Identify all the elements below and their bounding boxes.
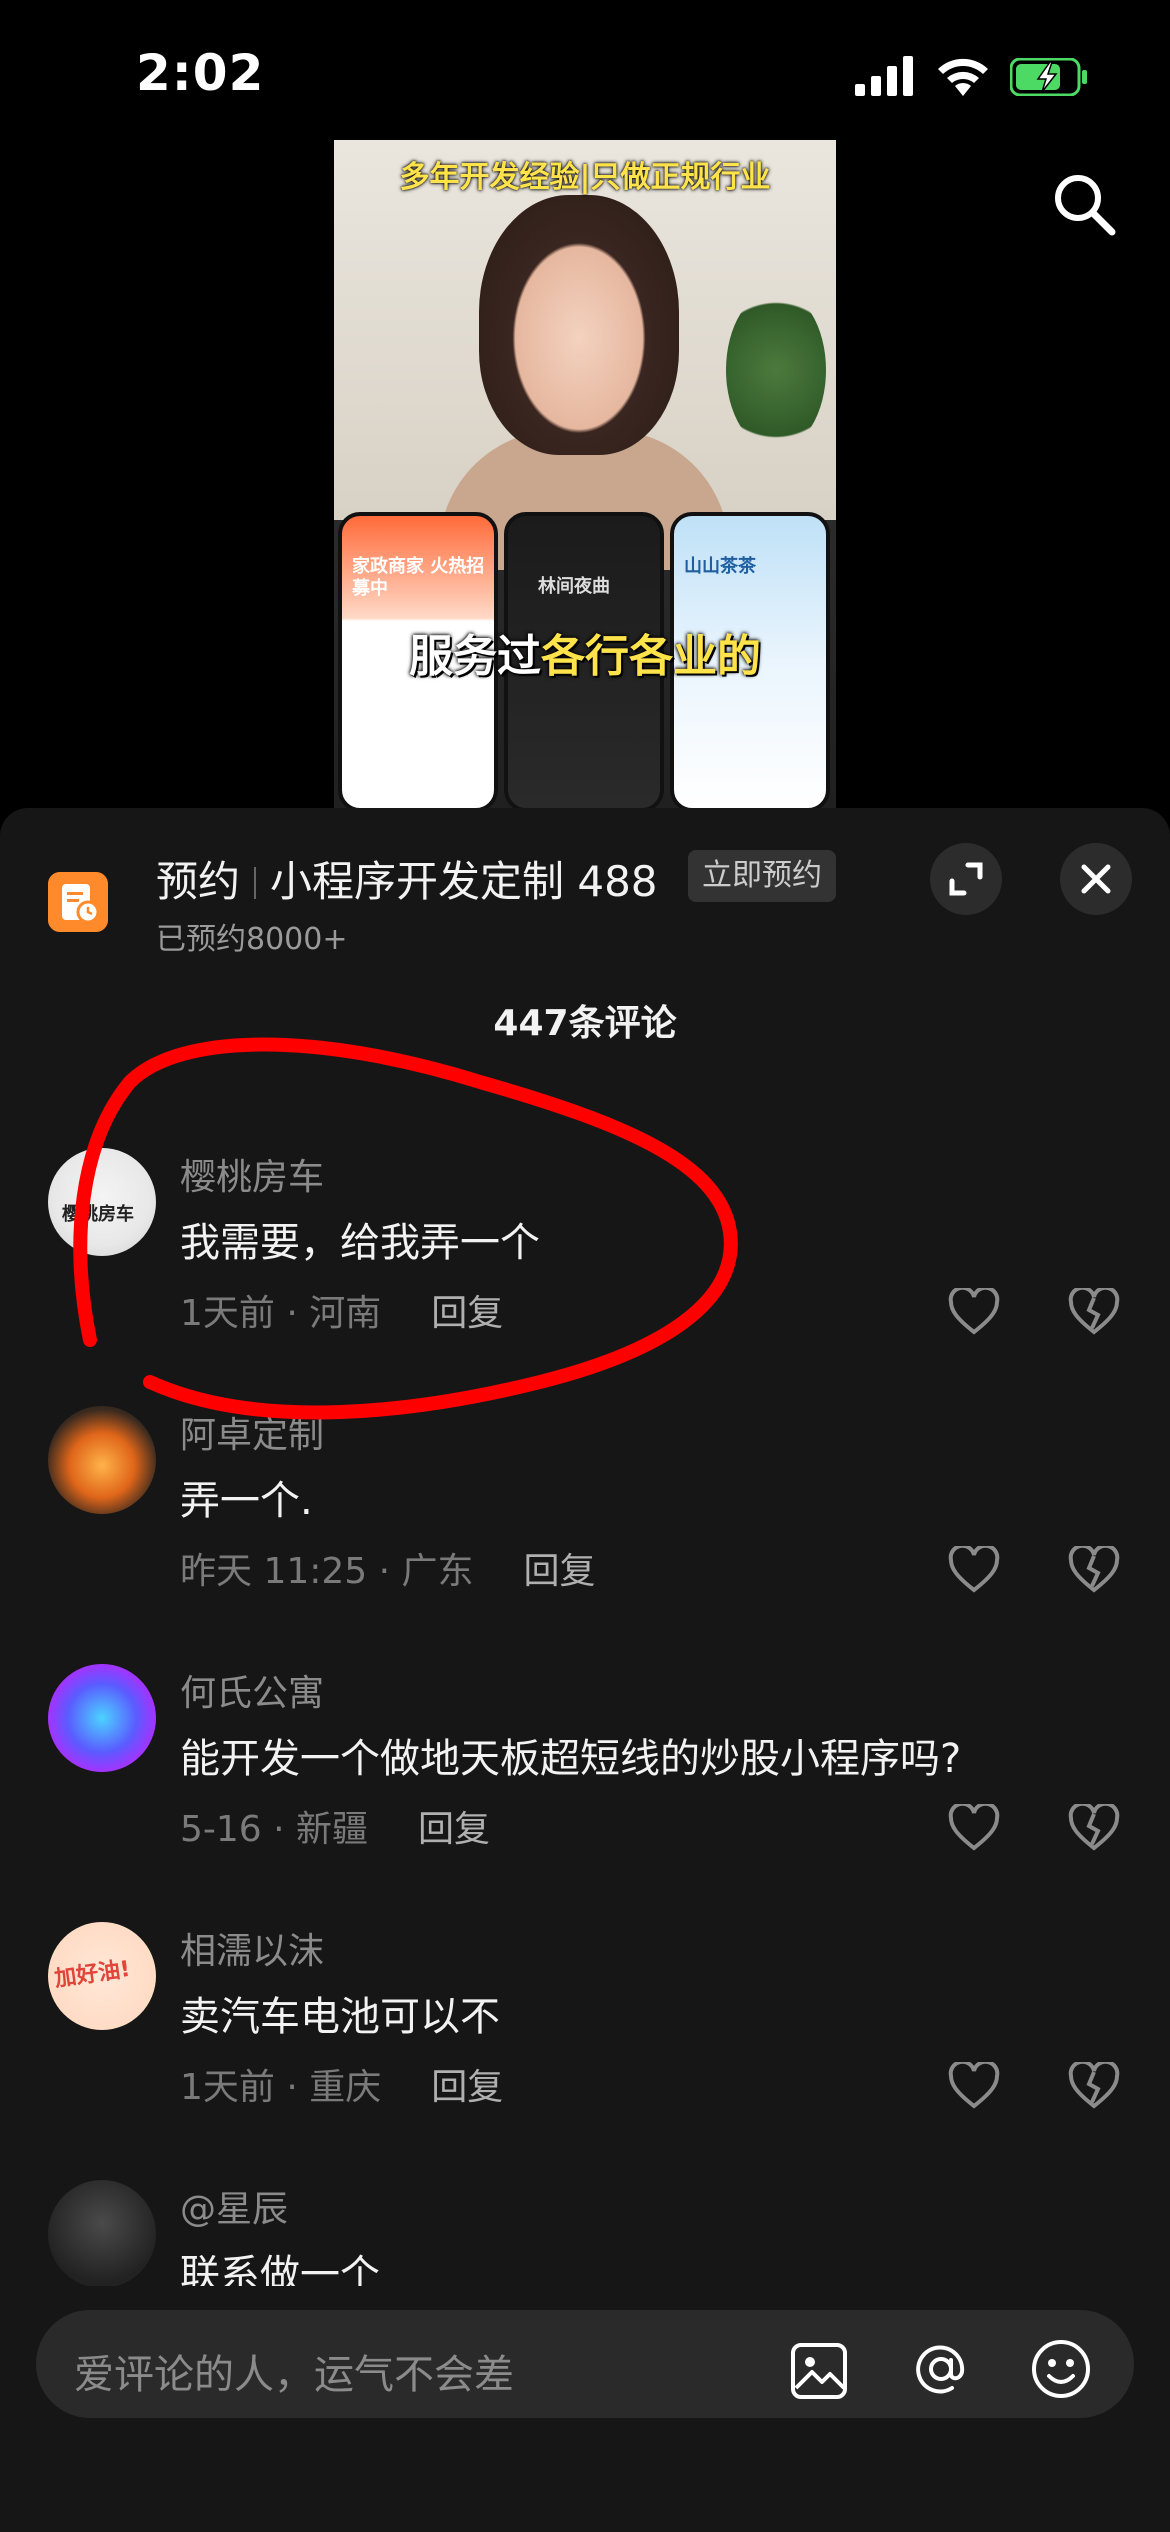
comment-item: 樱桃房车 樱桃房车 我需要，给我弄一个 1天前 · 河南 回复	[0, 1148, 1170, 1388]
heart-icon[interactable]	[948, 1546, 1000, 1594]
comment-text: 卖汽车电池可以不	[180, 1994, 500, 2040]
reply-button[interactable]: 回复	[524, 1551, 596, 1592]
broken-heart-icon[interactable]	[1068, 1546, 1120, 1594]
broken-heart-icon[interactable]	[1068, 2062, 1120, 2110]
booking-icon[interactable]	[48, 872, 108, 932]
comments-sheet: 预约 小程序开发定制 488 立即预约 已预约8000+ 447条评论 樱桃房车 …	[0, 808, 1170, 2532]
promo-category: 预约	[156, 857, 241, 906]
avatar[interactable]	[48, 1406, 156, 1514]
book-now-button[interactable]: 立即预约	[688, 850, 836, 902]
comment-input-bar: 爱评论的人，运气不会差	[0, 2286, 1170, 2532]
battery-charging-icon	[1010, 58, 1087, 96]
reply-button[interactable]: 回复	[431, 2067, 503, 2108]
comments-count: 447条评论	[493, 1003, 677, 1044]
broken-heart-icon[interactable]	[1068, 1804, 1120, 1852]
broken-heart-icon[interactable]	[1068, 1288, 1120, 1336]
video-caption-top: 多年开发经验|只做正规行业	[399, 160, 771, 195]
reply-button[interactable]: 回复	[418, 1809, 490, 1850]
close-button[interactable]	[1060, 843, 1132, 915]
avatar-logo-text: 加好油!	[52, 1956, 132, 1993]
status-bar: 2:02	[0, 0, 1170, 140]
comment-text: 我需要，给我弄一个	[180, 1220, 540, 1266]
comment-meta: 1天前 · 重庆 回复	[180, 2058, 503, 2110]
video-caption-middle: 服务过各行各业的	[334, 620, 836, 684]
reply-button[interactable]: 回复	[431, 1293, 503, 1334]
avatar[interactable]	[48, 2180, 156, 2288]
video-phone-2-text: 林间夜曲	[538, 576, 610, 597]
close-icon	[1081, 864, 1111, 894]
promo-title-text: 小程序开发定制 488	[270, 857, 658, 906]
heart-icon[interactable]	[948, 1288, 1000, 1336]
comment-time-location: 昨天 11:25 · 广东	[180, 1551, 474, 1592]
comment-username[interactable]: @星辰	[180, 2180, 288, 2232]
wifi-icon	[938, 58, 988, 96]
promo-title[interactable]: 预约 小程序开发定制 488	[156, 848, 658, 909]
comment-time-location: 5-16 · 新疆	[180, 1809, 369, 1850]
emoji-icon[interactable]	[1030, 2338, 1092, 2400]
video-preview[interactable]: 多年开发经验|只做正规行业 家政商家 火热招募中 林间夜曲 山山茶茶 服务过各行…	[334, 140, 836, 810]
comment-time-location: 1天前 · 重庆	[180, 2067, 382, 2108]
video-caption-top-part1: 多年开发经验	[399, 160, 580, 195]
comment-time-location: 1天前 · 河南	[180, 1293, 382, 1334]
cellular-signal-icon	[855, 56, 913, 96]
comment-meta: 1天前 · 河南 回复	[180, 1284, 503, 1336]
comment-username[interactable]: 何氏公寓	[180, 1664, 324, 1716]
comment-item: 加好油! 相濡以沫 卖汽车电池可以不 1天前 · 重庆 回复	[0, 1922, 1170, 2162]
promo-divider	[254, 867, 257, 899]
comment-username[interactable]: 阿卓定制	[180, 1406, 324, 1458]
video-phone-1-text: 家政商家 火热招募中	[352, 556, 485, 599]
expand-icon	[949, 862, 983, 896]
comment-meta: 5-16 · 新疆 回复	[180, 1800, 490, 1852]
status-time: 2:02	[136, 44, 265, 102]
comment-username[interactable]: 樱桃房车	[180, 1148, 324, 1200]
promo-subtitle: 已预约8000+	[156, 922, 348, 957]
comment-meta: 昨天 11:25 · 广东 回复	[180, 1542, 596, 1594]
video-caption-top-part2: 只做正规行业	[590, 160, 771, 195]
at-mention-icon[interactable]	[910, 2338, 972, 2400]
comment-input-placeholder: 爱评论的人，运气不会差	[74, 2352, 514, 2398]
video-caption-mid-part1: 服务过	[409, 631, 541, 682]
avatar[interactable]: 樱桃房车	[48, 1148, 156, 1256]
video-caption-mid-part2: 各行各业的	[541, 631, 761, 682]
heart-icon[interactable]	[948, 2062, 1000, 2110]
comment-item: 何氏公寓 能开发一个做地天板超短线的炒股小程序吗? 5-16 · 新疆 回复	[0, 1664, 1170, 1904]
avatar[interactable]	[48, 1664, 156, 1772]
heart-icon[interactable]	[948, 1804, 1000, 1852]
search-icon[interactable]	[1048, 168, 1120, 240]
comment-text: 能开发一个做地天板超短线的炒股小程序吗?	[180, 1736, 962, 1782]
comment-item: 阿卓定制 弄一个. 昨天 11:25 · 广东 回复	[0, 1406, 1170, 1646]
video-person-head	[479, 195, 679, 455]
comment-text: 弄一个.	[180, 1478, 313, 1524]
avatar[interactable]: 加好油!	[48, 1922, 156, 2030]
expand-button[interactable]	[930, 843, 1002, 915]
video-plant	[726, 290, 826, 450]
image-icon[interactable]	[790, 2342, 848, 2400]
comment-username[interactable]: 相濡以沫	[180, 1922, 324, 1974]
video-phone-3-text: 山山茶茶	[684, 556, 756, 577]
avatar-logo-text: 樱桃房车	[62, 1204, 134, 1225]
